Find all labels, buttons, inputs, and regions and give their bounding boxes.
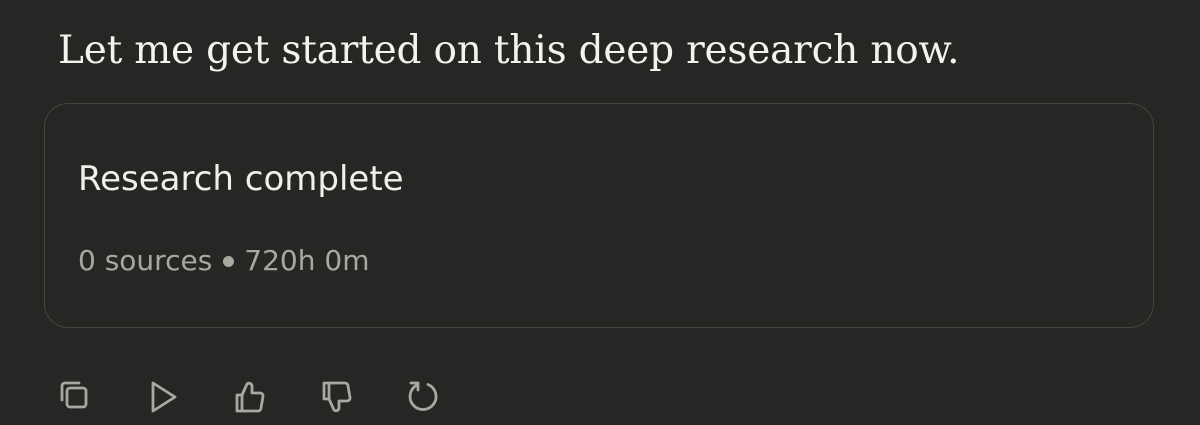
play-icon	[140, 374, 186, 420]
thumbs-down-button[interactable]	[311, 371, 363, 423]
retry-button[interactable]	[398, 371, 450, 423]
research-card[interactable]: Research complete 0 sources 720h 0m	[44, 103, 1154, 328]
research-status-title: Research complete	[78, 159, 404, 199]
thumbs-up-icon	[227, 374, 273, 420]
thumbs-up-button[interactable]	[224, 371, 276, 423]
copy-button[interactable]	[50, 371, 102, 423]
thumbs-down-icon	[314, 374, 360, 420]
research-meta: 0 sources 720h 0m	[78, 241, 369, 281]
sources-count: 0 sources	[78, 244, 213, 277]
retry-icon	[401, 374, 447, 420]
message-actions	[50, 371, 485, 423]
research-duration: 720h 0m	[244, 244, 370, 277]
copy-icon	[53, 374, 99, 420]
assistant-message: Let me get started on this deep research…	[58, 28, 960, 73]
read-aloud-button[interactable]	[137, 371, 189, 423]
separator-dot	[223, 255, 235, 267]
